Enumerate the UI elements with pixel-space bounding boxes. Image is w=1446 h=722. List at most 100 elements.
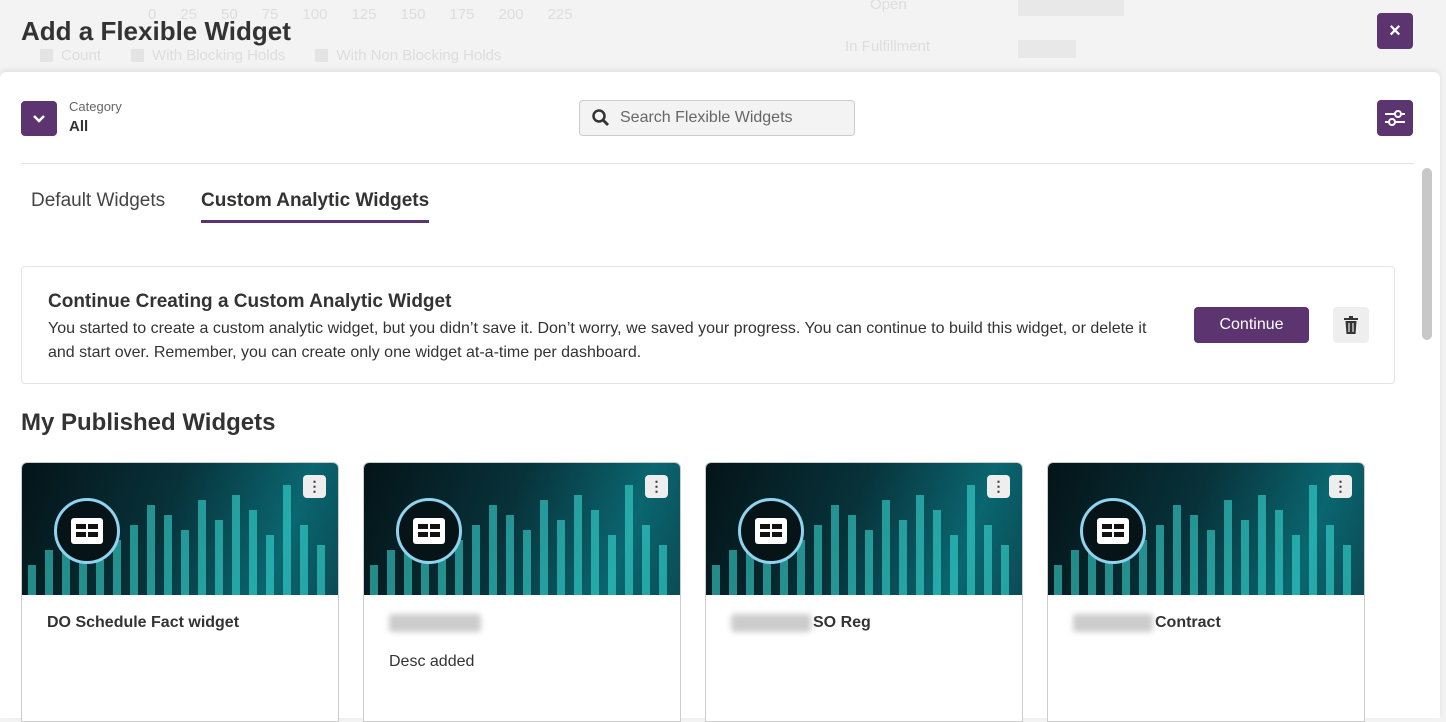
close-button[interactable]: × [1377,13,1413,49]
thumbnail-bar [984,525,992,595]
row-label: In Fulfillment [845,38,931,55]
thumbnail-bar [916,495,924,595]
thumbnail-bar [198,500,206,595]
thumbnail-bar [712,565,720,595]
thumbnail-bar [1071,550,1079,595]
widget-description: Desc added [389,653,475,670]
thumbnail-bar [317,545,325,595]
thumbnail-bar [574,495,582,595]
thumbnail-bar [729,550,737,595]
row-label: Open [870,0,907,13]
continue-button[interactable]: Continue [1194,307,1309,343]
thumbnail-bar [1190,515,1198,595]
search-placeholder: Search Flexible Widgets [620,109,793,126]
redacted-text [1073,614,1153,632]
legend-item: Count [40,47,101,64]
thumbnail-bar [933,510,941,595]
tick: 175 [449,6,475,23]
more-options-icon[interactable]: ⋮ [645,475,668,498]
thumbnail-bar [232,495,240,595]
scrollbar[interactable] [1422,168,1432,340]
thumbnail-bar [814,525,822,595]
widget-title: Contract [1073,614,1221,632]
thumbnail-bar [472,525,480,595]
sliders-icon [1385,110,1405,126]
grid-widget-icon [738,498,804,564]
thumbnail-bar [215,520,223,595]
more-options-icon[interactable]: ⋮ [303,475,326,498]
widget-card[interactable]: ⋮ Desc added [363,462,681,722]
widget-thumbnail: ⋮ [364,463,680,595]
thumbnail-bar [882,500,890,595]
search-input[interactable]: Search Flexible Widgets [579,100,855,136]
redacted-text [389,614,481,632]
thumbnail-bar [831,505,839,595]
grid-widget-icon [1080,498,1146,564]
search-icon [592,109,609,126]
widget-card[interactable]: ⋮ SO Reg [705,462,1023,722]
thumbnail-bar [608,535,616,595]
widget-thumbnail: ⋮ [1048,463,1364,595]
thumbnail-bar [506,515,514,595]
legend-item: With Blocking Holds [131,47,285,64]
thumbnail-bar [1241,520,1249,595]
tab-custom-analytic-widgets[interactable]: Custom Analytic Widgets [201,190,430,223]
thumbnail-bar [557,520,565,595]
thumbnail-bar [1173,505,1181,595]
thumbnail-bar [625,485,633,595]
thumbnail-bar [1326,525,1334,595]
thumbnail-bar [1207,530,1215,595]
thumbnail-bar [899,520,907,595]
thumbnail-bar [1001,545,1009,595]
filter-settings-button[interactable] [1377,100,1413,136]
modal-title: Add a Flexible Widget [21,16,291,46]
thumbnail-bar [642,525,650,595]
thumbnail-bar [1275,510,1283,595]
widget-title: DO Schedule Fact widget [47,614,239,632]
grid-widget-icon [54,498,120,564]
more-options-icon[interactable]: ⋮ [987,475,1010,498]
thumbnail-bar [1156,525,1164,595]
thumbnail-bar [130,525,138,595]
thumbnail-bar [780,560,788,595]
widget-title: SO Reg [731,614,871,632]
thumbnail-bar [249,510,257,595]
thumbnail-bar [659,545,667,595]
bar [1018,40,1076,58]
continue-banner: Continue Creating a Custom Analytic Widg… [21,266,1395,384]
widget-title [389,614,481,632]
tick: 125 [351,6,377,23]
grid-widget-icon [396,498,462,564]
widget-card[interactable]: ⋮ DO Schedule Fact widget [21,462,339,722]
thumbnail-bar [489,505,497,595]
legend-item: With Non Blocking Holds [315,47,501,64]
thumbnail-bar [266,535,274,595]
category-dropdown-button[interactable] [21,101,57,136]
section-title: My Published Widgets [21,409,276,436]
thumbnail-bar [967,485,975,595]
widget-title-text: SO Reg [813,614,871,631]
thumbnail-bar [1292,535,1300,595]
category-label: Category [69,99,122,114]
bar [1018,0,1124,16]
trash-icon [1344,316,1358,334]
thumbnail-bar [283,485,291,595]
more-options-icon[interactable]: ⋮ [1329,475,1352,498]
thumbnail-bar [164,515,172,595]
thumbnail-bar [848,515,856,595]
delete-button[interactable] [1333,307,1369,343]
thumbnail-bar [540,500,548,595]
tick: 100 [302,6,328,23]
thumbnail-bar [591,510,599,595]
tab-default-widgets[interactable]: Default Widgets [31,190,165,220]
widget-card[interactable]: ⋮ Contract [1047,462,1365,722]
thumbnail-bar [1258,495,1266,595]
thumbnail-bar [523,530,531,595]
thumbnail-bar [370,565,378,595]
thumbnail-bar [1343,545,1351,595]
banner-title: Continue Creating a Custom Analytic Widg… [48,291,452,312]
thumbnail-bar [181,530,189,595]
category-value: All [69,118,89,135]
thumbnail-bar [950,535,958,595]
thumbnail-bar [1224,500,1232,595]
